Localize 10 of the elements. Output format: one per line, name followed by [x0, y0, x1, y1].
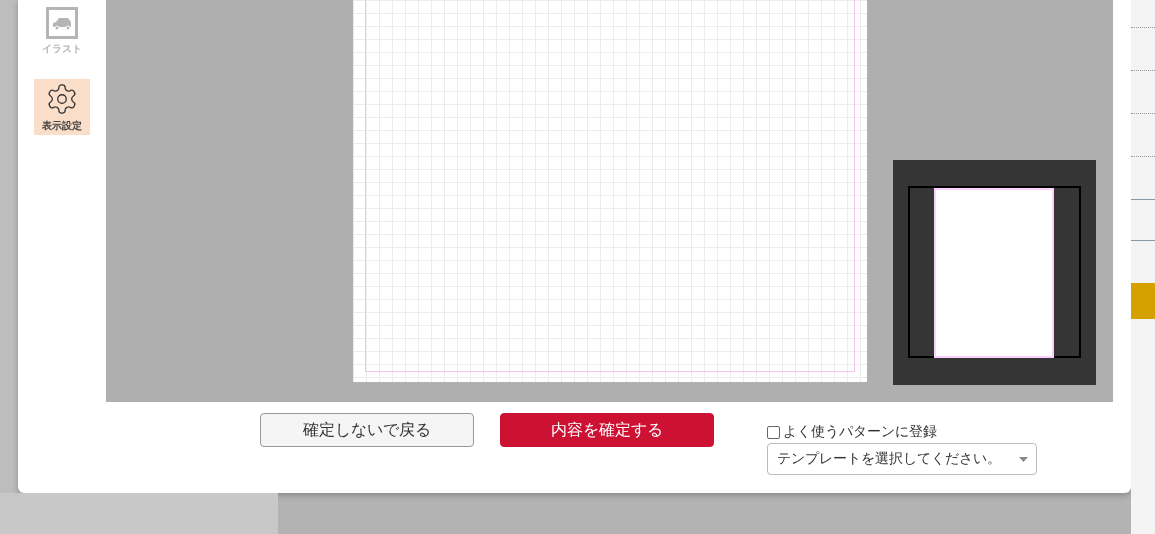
minimap[interactable] — [893, 160, 1096, 385]
caret-icon — [1019, 456, 1028, 462]
checkbox-label: よく使うパターンに登録 — [783, 423, 937, 441]
cancel-button[interactable]: 確定しないで戻る — [260, 413, 474, 447]
sidebar-item[interactable]: 表示設定 — [34, 79, 90, 135]
template-select[interactable]: テンプレートを選択してください。 — [767, 443, 1037, 475]
car-icon — [46, 6, 78, 39]
checkbox[interactable] — [767, 425, 780, 439]
confirm-button[interactable]: 内容を確定する — [500, 413, 714, 447]
gear-icon — [45, 81, 79, 116]
